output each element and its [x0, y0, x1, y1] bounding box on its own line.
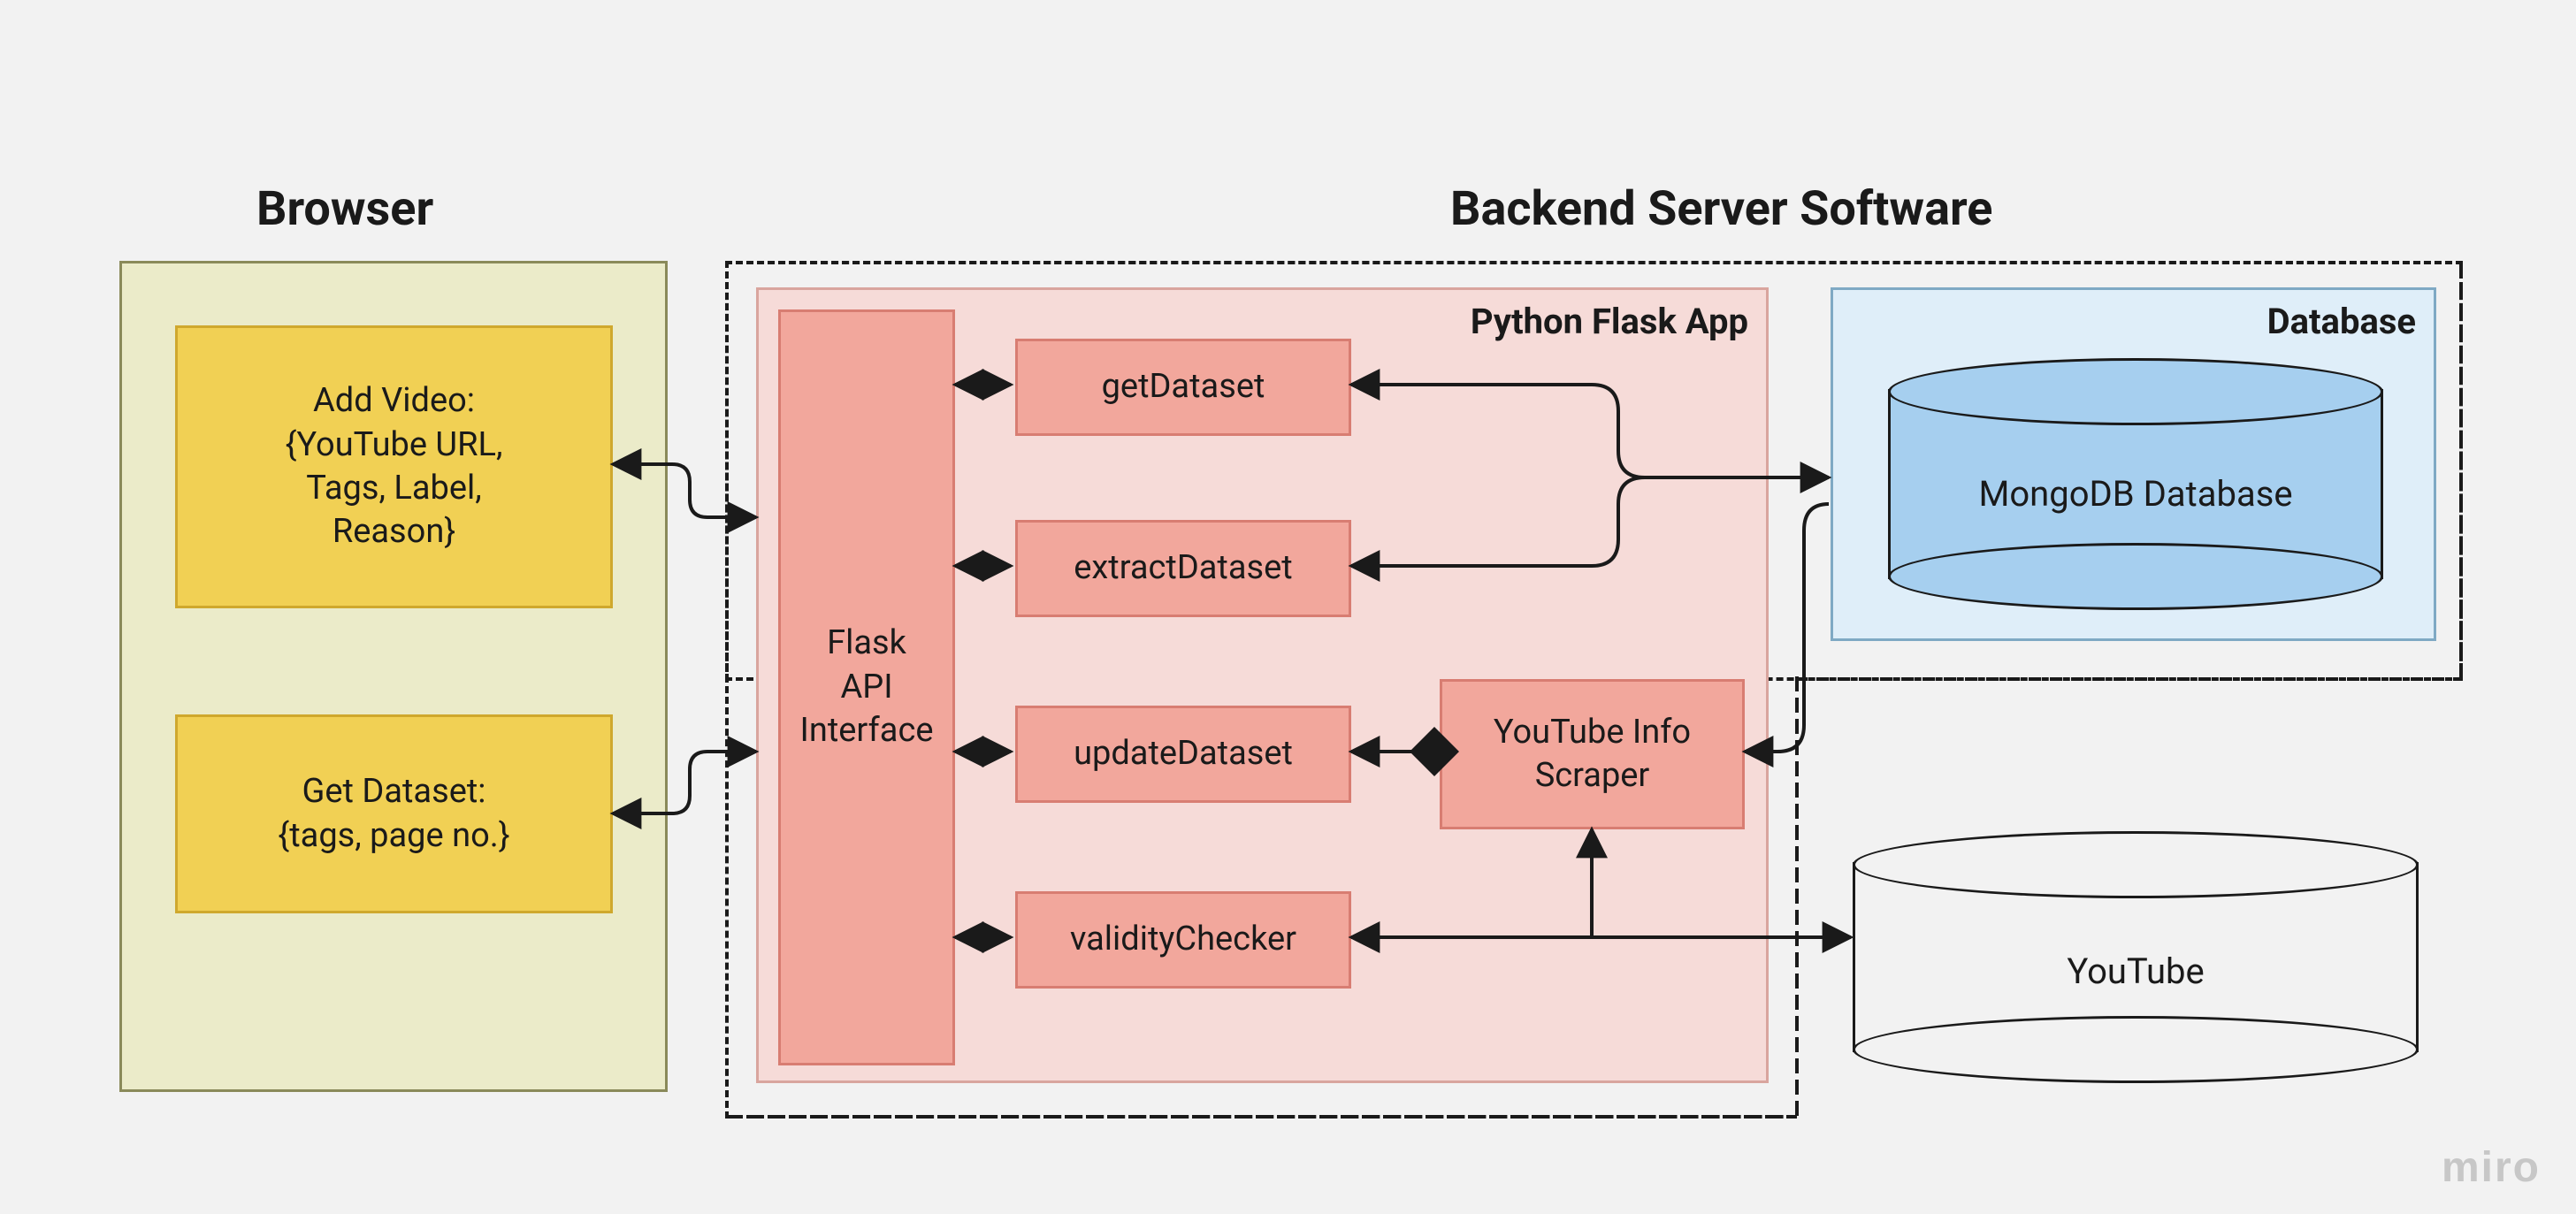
flask-api-interface: Flask API Interface: [778, 309, 955, 1065]
add-video-card: Add Video: {YouTube URL, Tags, Label, Re…: [175, 325, 613, 608]
browser-title: Browser: [256, 181, 433, 237]
browser-container: Add Video: {YouTube URL, Tags, Label, Re…: [119, 261, 668, 1092]
update-dataset-box: updateDataset: [1015, 706, 1351, 803]
youtube-label: YouTube: [1853, 951, 2419, 992]
dashed-bottom-left: [725, 1114, 1800, 1123]
mongodb-label: MongoDB Database: [1888, 473, 2383, 515]
get-dataset-card: Get Dataset: {tags, page no.}: [175, 714, 613, 913]
extract-dataset-box: extractDataset: [1015, 520, 1351, 617]
youtube-scraper-box: YouTube Info Scraper: [1440, 679, 1745, 829]
validity-checker-box: validityChecker: [1015, 891, 1351, 989]
diagram-canvas: Browser Backend Server Software Add Vide…: [0, 0, 2576, 1214]
mongodb-cylinder: MongoDB Database: [1888, 358, 2383, 610]
flask-app-panel: Python Flask App Flask API Interface get…: [756, 287, 1769, 1083]
miro-watermark: miro: [2442, 1143, 2541, 1192]
youtube-cylinder: YouTube: [1853, 831, 2419, 1083]
get-dataset-box: getDataset: [1015, 339, 1351, 436]
flask-app-title: Python Flask App: [1471, 299, 1748, 345]
backend-title: Backend Server Software: [1450, 181, 1992, 237]
database-title: Database: [2267, 299, 2416, 345]
